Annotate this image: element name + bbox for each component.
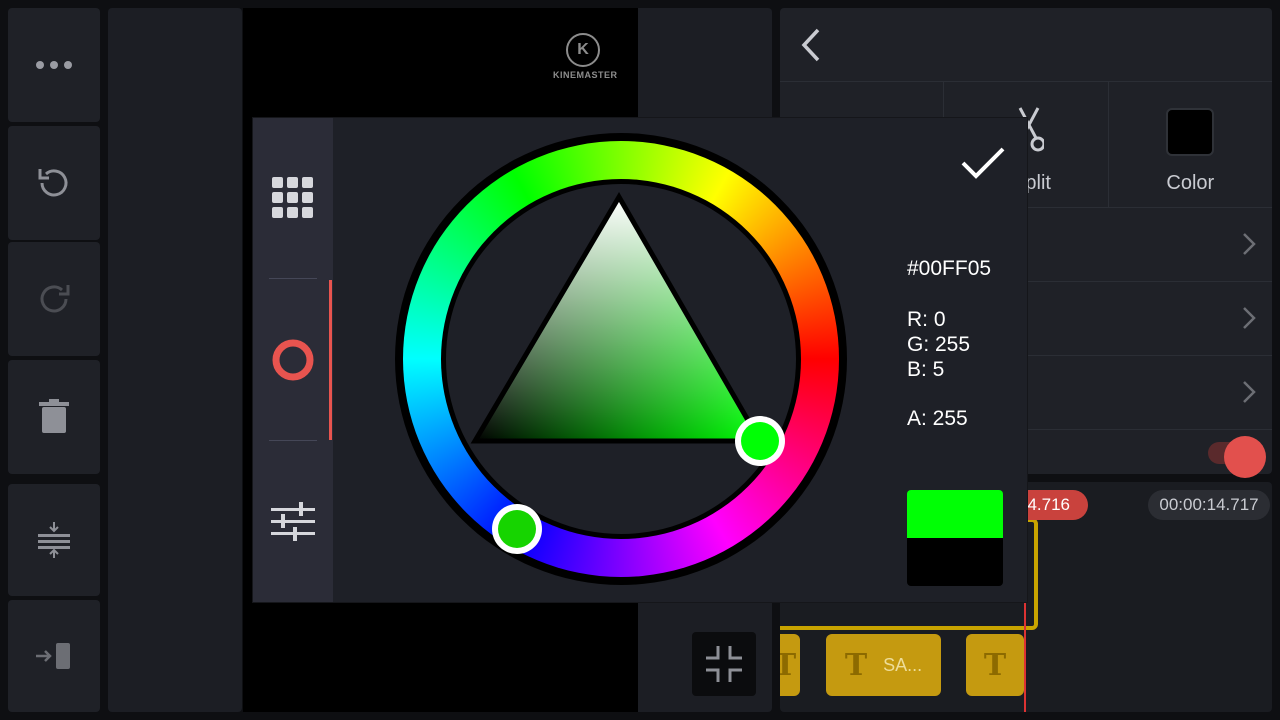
app-screen: K KINEMASTER / Split Color xyxy=(0,0,1280,720)
color-handle[interactable] xyxy=(735,416,785,466)
hue-handle[interactable] xyxy=(492,504,542,554)
confirm-check-icon[interactable] xyxy=(960,145,1006,181)
old-color-preview[interactable] xyxy=(907,538,1003,586)
green-value: G: 255 xyxy=(907,333,971,356)
alpha-value: A: 255 xyxy=(907,407,968,430)
rgb-values: R: 0 G: 255 B: 5 xyxy=(907,307,970,382)
blue-value: B: 5 xyxy=(907,358,945,381)
hex-value[interactable]: #00FF05 xyxy=(907,257,991,281)
new-color-preview xyxy=(907,490,1003,538)
red-value: R: 0 xyxy=(907,308,946,331)
saturation-value-triangle[interactable] xyxy=(0,0,1280,720)
